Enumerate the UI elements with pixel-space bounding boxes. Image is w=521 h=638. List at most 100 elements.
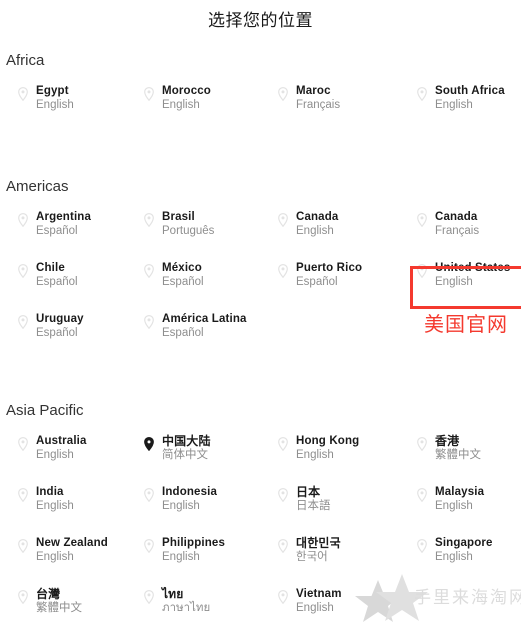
location-item[interactable]: Egypt English	[14, 84, 146, 113]
location-item[interactable]: México Español	[140, 261, 274, 290]
location-country-name: New Zealand	[36, 537, 108, 549]
region-title: Americas	[6, 178, 69, 195]
location-language-label: Español	[36, 327, 78, 339]
location-item[interactable]: Hong Kong English	[274, 434, 408, 463]
location-item[interactable]: India English	[14, 485, 146, 514]
location-language-label: English	[162, 99, 200, 111]
location-country-name: Canada	[435, 211, 478, 223]
location-country-name: Malaysia	[435, 486, 485, 498]
location-language-label: English	[36, 99, 74, 111]
location-item[interactable]: Chile Español	[14, 261, 146, 290]
location-pin-icon	[144, 264, 154, 278]
location-item[interactable]: 台灣 繁體中文	[14, 587, 146, 616]
location-country-name: 中国大陆	[162, 434, 211, 448]
location-pin-icon	[18, 213, 28, 227]
location-country-name: South Africa	[435, 85, 505, 97]
location-language-label: English	[435, 99, 473, 111]
location-language-label: English	[36, 500, 74, 512]
location-country-name: Uruguay	[36, 313, 84, 325]
location-language-label: Español	[296, 276, 338, 288]
location-country-name: Morocco	[162, 85, 211, 97]
location-item[interactable]: New Zealand English	[14, 536, 146, 565]
location-item[interactable]: Brasil Português	[140, 210, 274, 239]
region-title: Asia Pacific	[6, 402, 84, 419]
location-language-label: English	[162, 500, 200, 512]
location-item[interactable]: South Africa English	[413, 84, 521, 113]
location-pin-icon	[278, 264, 288, 278]
location-language-label: English	[296, 449, 334, 461]
location-pin-icon	[417, 539, 427, 553]
location-item[interactable]: América Latina Español	[140, 312, 274, 341]
location-item[interactable]: Vietnam English	[274, 587, 408, 616]
location-language-label: ภาษาไทย	[162, 602, 211, 614]
location-country-name: India	[36, 486, 64, 498]
location-item[interactable]: Indonesia English	[140, 485, 274, 514]
location-country-name: Egypt	[36, 85, 69, 97]
location-language-label: 繁體中文	[36, 602, 82, 614]
location-pin-icon	[144, 315, 154, 329]
location-item[interactable]: 中国大陆 简体中文	[140, 434, 274, 463]
location-pin-icon	[417, 437, 427, 451]
location-pin-icon	[417, 264, 427, 278]
location-pin-icon	[278, 488, 288, 502]
location-language-label: 한국어	[296, 551, 328, 563]
location-item[interactable]: Puerto Rico Español	[274, 261, 408, 290]
location-pin-icon	[18, 264, 28, 278]
location-language-label: English	[36, 449, 74, 461]
location-pin-icon	[417, 488, 427, 502]
location-country-name: Hong Kong	[296, 435, 360, 447]
location-item[interactable]: Uruguay Español	[14, 312, 146, 341]
location-item[interactable]: Australia English	[14, 434, 146, 463]
location-language-label: Português	[162, 225, 215, 237]
location-language-label: Français	[435, 225, 480, 237]
location-country-name: 香港	[435, 434, 460, 448]
location-country-name: América Latina	[162, 313, 247, 325]
location-pin-icon	[278, 213, 288, 227]
location-item[interactable]: Philippines English	[140, 536, 274, 565]
location-pin-icon	[417, 213, 427, 227]
location-row: Chile Español México Español Puerto Rico Espa…	[0, 261, 521, 312]
location-country-name: Singapore	[435, 537, 493, 549]
location-pin-icon	[18, 315, 28, 329]
location-pin-icon	[417, 87, 427, 101]
location-country-name: ไทย	[162, 587, 184, 601]
location-item[interactable]: Morocco English	[140, 84, 274, 113]
location-country-name: Argentina	[36, 211, 92, 223]
location-row: 台灣 繁體中文 ไทย ภาษาไทย Vietnam English	[0, 587, 521, 638]
location-item[interactable]: Singapore English	[413, 536, 521, 565]
location-item[interactable]: 대한민국 한국어	[274, 536, 408, 565]
location-pin-icon	[278, 539, 288, 553]
location-item[interactable]: 香港 繁體中文	[413, 434, 521, 463]
location-pin-icon	[144, 87, 154, 101]
location-country-name: Puerto Rico	[296, 262, 363, 274]
location-language-label: Español	[162, 327, 204, 339]
location-language-label: 简体中文	[162, 449, 208, 461]
location-pin-icon	[18, 488, 28, 502]
location-language-label: English	[296, 225, 334, 237]
location-country-name: Canada	[296, 211, 339, 223]
location-row: New Zealand English Philippines English 대한민국…	[0, 536, 521, 587]
location-country-name: Philippines	[162, 537, 225, 549]
location-item[interactable]: Canada Français	[413, 210, 521, 239]
location-pin-icon	[278, 87, 288, 101]
location-item[interactable]: United States English	[413, 261, 521, 290]
location-item[interactable]: Canada English	[274, 210, 408, 239]
location-grid: Egypt English Morocco English Maroc Français S…	[0, 84, 521, 135]
location-item[interactable]: Malaysia English	[413, 485, 521, 514]
location-country-name: Maroc	[296, 85, 331, 97]
location-item[interactable]: 日本 日本語	[274, 485, 408, 514]
location-item[interactable]: Maroc Français	[274, 84, 408, 113]
location-pin-icon	[144, 213, 154, 227]
location-item[interactable]: Argentina Español	[14, 210, 146, 239]
location-item[interactable]: ไทย ภาษาไทย	[140, 587, 274, 616]
location-language-label: English	[162, 551, 200, 563]
location-language-label: English	[435, 551, 473, 563]
location-pin-icon	[18, 590, 28, 604]
location-country-name: Vietnam	[296, 588, 342, 600]
location-row: Argentina Español Brasil Português Canada Eng…	[0, 210, 521, 261]
location-country-name: México	[162, 262, 202, 274]
location-language-label: English	[435, 500, 473, 512]
location-country-name: 日本	[296, 485, 321, 499]
location-pin-icon	[144, 539, 154, 553]
location-pin-icon	[144, 488, 154, 502]
